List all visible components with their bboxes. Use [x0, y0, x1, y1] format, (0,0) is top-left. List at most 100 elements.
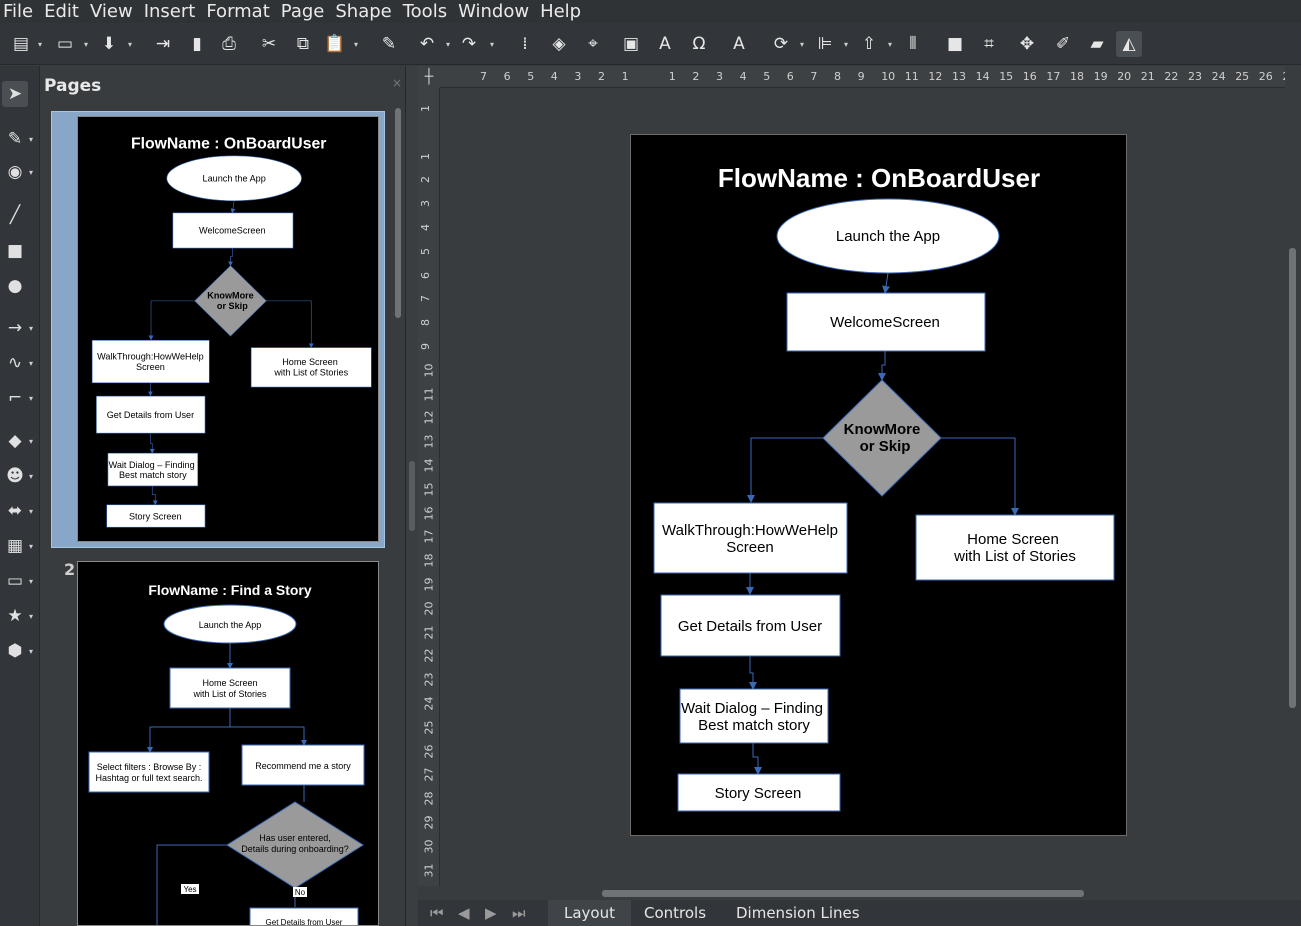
menu-file[interactable]: File [0, 0, 41, 23]
symbol-shapes-icon[interactable]: ☻ [2, 463, 28, 489]
textbox-icon[interactable]: A [652, 31, 678, 57]
prev-page-icon[interactable]: ◀ [458, 904, 470, 922]
menu-format[interactable]: Format [203, 0, 277, 23]
glue-icon[interactable]: ✐ [1050, 31, 1076, 57]
stars-icon[interactable]: ★ [2, 603, 28, 629]
extrusion-icon[interactable]: ▰ [1084, 31, 1110, 57]
block-arrows-icon[interactable]: ⬌ [2, 498, 28, 524]
dropdown-arrow-icon[interactable]: ▾ [29, 437, 33, 446]
wait-label-line1: Wait Dialog – Finding [681, 700, 823, 717]
menu-view[interactable]: View [87, 0, 141, 23]
cut-icon[interactable]: ✂ [256, 31, 282, 57]
last-page-icon[interactable]: ⏭ [512, 904, 526, 922]
ellipse-icon[interactable]: ● [2, 273, 28, 299]
dropdown-arrow-icon[interactable]: ▾ [128, 41, 136, 49]
dropdown-arrow-icon[interactable]: ▾ [29, 359, 33, 368]
dropdown-arrow-icon[interactable]: ▾ [29, 168, 33, 177]
crop-icon[interactable]: ⌗ [976, 31, 1002, 57]
undo-icon[interactable]: ↶ [414, 31, 440, 57]
dropdown-arrow-icon[interactable]: ▾ [844, 41, 852, 49]
clone-formatting-icon[interactable]: ✎ [376, 31, 402, 57]
dropdown-arrow-icon[interactable]: ▾ [29, 577, 33, 586]
close-icon[interactable]: × [392, 76, 402, 90]
menu-shape[interactable]: Shape [332, 0, 399, 23]
dropdown-arrow-icon[interactable]: ▾ [29, 507, 33, 516]
dropdown-arrow-icon[interactable]: ▾ [800, 41, 808, 49]
show-draw-icon[interactable]: ◭ [1116, 31, 1142, 57]
menu-edit[interactable]: Edit [41, 0, 87, 23]
menu-page[interactable]: Page [278, 0, 333, 23]
special-char-icon[interactable]: Ω [686, 31, 712, 57]
panel-splitter[interactable] [406, 66, 418, 926]
copy-icon[interactable]: ⧉ [290, 31, 316, 57]
pages-scrollbar[interactable] [394, 106, 402, 926]
horizontal-scroll-thumb[interactable] [602, 890, 1084, 897]
align-icon[interactable]: ⊫ [812, 31, 838, 57]
line-icon[interactable]: ╱ [2, 202, 28, 228]
dropdown-arrow-icon[interactable]: ▾ [490, 41, 498, 49]
connector-icon[interactable]: ⌐ [2, 385, 28, 411]
arrange-icon[interactable]: ⇧ [856, 31, 882, 57]
new-icon[interactable]: ▤ [8, 31, 34, 57]
grid-icon[interactable]: ⁞ [512, 31, 538, 57]
fontwork-icon[interactable]: A [726, 31, 752, 57]
callouts-icon[interactable]: ▭ [2, 568, 28, 594]
page-thumbnail-1[interactable]: FlowName : OnBoardUser Launch the App We… [77, 116, 379, 542]
export-icon[interactable]: ⇥ [150, 31, 176, 57]
horizontal-ruler[interactable]: 7 6 5 4 3 2 1 1 2 3 4 5 6 7 8 9 10 11 12 13 14 15 16 17 18 19 20 21… [440, 66, 1285, 88]
image-icon[interactable]: ▣ [618, 31, 644, 57]
tab-controls[interactable]: Controls [628, 900, 722, 926]
curve-icon[interactable]: ∿ [2, 350, 28, 376]
dropdown-arrow-icon[interactable]: ▾ [29, 135, 33, 144]
select-icon[interactable]: ➤ [2, 81, 28, 107]
basic-shapes-icon[interactable]: ◆ [2, 428, 28, 454]
splitter-handle[interactable] [409, 461, 415, 531]
menu-help[interactable]: Help [537, 0, 589, 23]
menu-insert[interactable]: Insert [141, 0, 204, 23]
fill-color-icon[interactable]: ◉ [2, 159, 28, 185]
arrow-line-icon[interactable]: → [2, 315, 28, 341]
points-icon[interactable]: ✥ [1014, 31, 1040, 57]
dropdown-arrow-icon[interactable]: ▾ [29, 394, 33, 403]
slide-canvas[interactable]: FlowName : OnBoardUser Launch the App We… [630, 134, 1127, 836]
tab-dimension-lines[interactable]: Dimension Lines [720, 900, 876, 926]
next-page-icon[interactable]: ▶ [485, 904, 497, 922]
pages-scroll-thumb[interactable] [395, 108, 401, 318]
dropdown-arrow-icon[interactable]: ▾ [354, 41, 362, 49]
dropdown-arrow-icon[interactable]: ▾ [29, 472, 33, 481]
pdf-icon[interactable]: ▮ [184, 31, 210, 57]
dropdown-arrow-icon[interactable]: ▾ [446, 41, 454, 49]
horizontal-scrollbar[interactable] [440, 886, 1285, 900]
tab-layout[interactable]: Layout [548, 900, 631, 926]
dropdown-arrow-icon[interactable]: ▾ [29, 647, 33, 656]
dropdown-arrow-icon[interactable]: ▾ [29, 324, 33, 333]
menu-window[interactable]: Window [455, 0, 537, 23]
shadow-icon[interactable]: ■ [942, 31, 968, 57]
3d-objects-icon[interactable]: ⬢ [2, 638, 28, 664]
page-thumbnail-2[interactable]: FlowName : Find a Story Launch the App H… [77, 561, 379, 926]
helplines-icon[interactable]: ◈ [546, 31, 572, 57]
vertical-scroll-thumb[interactable] [1289, 248, 1296, 708]
paste-icon[interactable]: 📋 [322, 31, 348, 57]
export-pdf-icon[interactable]: ⬇ [96, 31, 122, 57]
dropdown-arrow-icon[interactable]: ▾ [29, 612, 33, 621]
rectangle-icon[interactable]: ■ [2, 238, 28, 264]
dropdown-arrow-icon[interactable]: ▾ [29, 542, 33, 551]
vertical-ruler[interactable]: 1 1 2 3 4 5 6 7 8 9 10 11 12 13 14 15 16 17 18 19 20 21 22 23 24… [418, 88, 440, 886]
vertical-scrollbar[interactable] [1285, 88, 1301, 886]
transform-icon[interactable]: ⟳ [768, 31, 794, 57]
print-icon[interactable]: ⎙ [216, 31, 242, 57]
flowchart-icon[interactable]: ▦ [2, 533, 28, 559]
first-page-icon[interactable]: ⏮ [430, 904, 444, 922]
dropdown-arrow-icon[interactable]: ▾ [38, 41, 46, 49]
open-icon[interactable]: ▭ [52, 31, 78, 57]
zoom-pan-icon[interactable]: ⌖ [580, 31, 606, 57]
redo-icon[interactable]: ↷ [456, 31, 482, 57]
menu-tools[interactable]: Tools [400, 0, 455, 23]
distribute-icon[interactable]: ⫴ [900, 31, 926, 57]
dropdown-arrow-icon[interactable]: ▾ [888, 41, 896, 49]
dropdown-arrow-icon[interactable]: ▾ [84, 41, 92, 49]
ruler-tick-label: 5 [527, 70, 535, 83]
ruler-tick-label: 12 [422, 410, 436, 425]
line-color-icon[interactable]: ✎ [2, 126, 28, 152]
